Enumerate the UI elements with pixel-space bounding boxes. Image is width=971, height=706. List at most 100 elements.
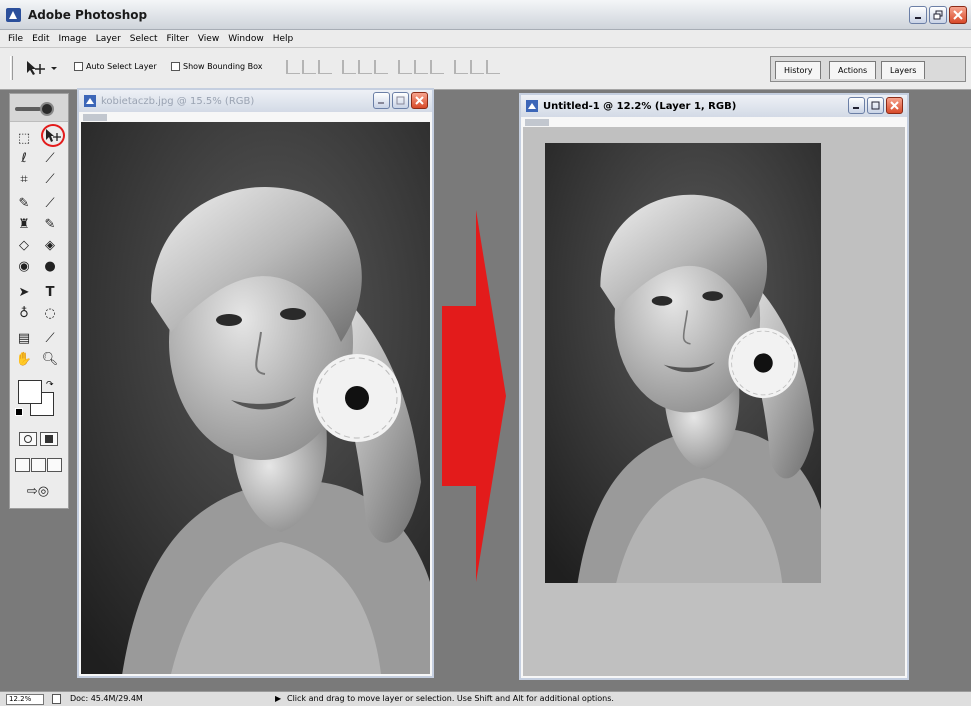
align-right-icon[interactable] bbox=[374, 60, 388, 74]
maximize-window-button[interactable] bbox=[392, 92, 409, 109]
distribute-top-icon[interactable] bbox=[398, 60, 412, 74]
document-ruler-tag bbox=[525, 119, 549, 126]
tool-preset-picker[interactable] bbox=[25, 60, 67, 76]
pen-tool-icon[interactable]: ♁ bbox=[14, 304, 34, 322]
align-hcenter-icon[interactable] bbox=[358, 60, 372, 74]
distribute-left-icon[interactable] bbox=[454, 60, 468, 74]
menu-file[interactable]: File bbox=[8, 34, 23, 44]
feather-icon bbox=[15, 107, 41, 111]
eraser-tool-icon[interactable]: ◇ bbox=[14, 236, 34, 254]
close-window-button[interactable] bbox=[886, 97, 903, 114]
menu-view[interactable]: View bbox=[198, 34, 219, 44]
zoom-level-field[interactable]: 12.2% bbox=[6, 694, 44, 705]
tab-history[interactable]: History bbox=[775, 61, 822, 79]
tab-layers[interactable]: Layers bbox=[881, 61, 926, 79]
distribute-vcenter-icon[interactable] bbox=[414, 60, 428, 74]
distribute-bottom-icon[interactable] bbox=[430, 60, 444, 74]
options-bar: Auto Select Layer Show Bounding Box Hist… bbox=[0, 48, 971, 90]
paint-bucket-tool-icon[interactable]: ◈ bbox=[40, 236, 60, 254]
minimize-window-button[interactable] bbox=[373, 92, 390, 109]
eyedropper-tool-icon[interactable]: ⟋ bbox=[40, 329, 60, 347]
status-menu-arrow-icon[interactable]: ▶ bbox=[275, 694, 281, 703]
adobe-online-icon[interactable] bbox=[40, 102, 54, 116]
quick-mask-mode-button[interactable] bbox=[40, 432, 58, 446]
restore-app-button[interactable] bbox=[929, 6, 947, 24]
jump-to-imageready-icon[interactable]: ⇨◎ bbox=[16, 482, 60, 500]
tool-hint-message: Click and drag to move layer or selectio… bbox=[287, 694, 614, 703]
hand-tool-icon[interactable]: ✋ bbox=[14, 350, 34, 368]
maximize-icon bbox=[871, 101, 880, 110]
standard-mode-button[interactable] bbox=[19, 432, 37, 446]
lasso-tool-icon[interactable]: ℓ bbox=[14, 149, 34, 167]
brush-tool-icon[interactable]: ⟋ bbox=[40, 194, 60, 212]
path-selection-tool-icon[interactable]: ➤ bbox=[14, 283, 34, 301]
close-icon bbox=[890, 101, 899, 110]
menu-filter[interactable]: Filter bbox=[167, 34, 189, 44]
toolbox: ⬚ ℓ ⟋ ⌗ ⟋ ✎ ⟋ ♜ ✎ ◇ ◈ ◉ ● ➤ T ♁ ◌ ▤ ⟋ ✋ … bbox=[9, 93, 69, 509]
move-tool-icon bbox=[27, 61, 45, 75]
zoom-tool-icon[interactable]: 🔍︎ bbox=[40, 350, 60, 368]
palette-well: History Actions Layers bbox=[770, 56, 966, 82]
show-bounding-box-checkbox[interactable]: Show Bounding Box bbox=[171, 62, 263, 71]
screen-mode-full-menu-button[interactable] bbox=[31, 458, 46, 472]
menu-image[interactable]: Image bbox=[59, 34, 87, 44]
menu-help[interactable]: Help bbox=[273, 34, 294, 44]
target-canvas-area[interactable] bbox=[523, 127, 905, 676]
slice-tool-icon[interactable]: ⟋ bbox=[40, 170, 60, 188]
screen-mode-full-button[interactable] bbox=[47, 458, 62, 472]
document-size-info[interactable]: Doc: 45.4M/29.4M bbox=[70, 694, 143, 703]
app-title: Adobe Photoshop bbox=[28, 8, 148, 22]
status-bar: 12.2% Doc: 45.4M/29.4M ▶ Click and drag … bbox=[0, 691, 971, 706]
options-bar-grip[interactable] bbox=[10, 56, 13, 80]
target-document-titlebar[interactable]: Untitled-1 @ 12.2% (Layer 1, RGB) bbox=[521, 95, 907, 117]
blur-tool-icon[interactable]: ◉ bbox=[14, 257, 34, 275]
history-brush-tool-icon[interactable]: ✎ bbox=[40, 215, 60, 233]
align-top-icon[interactable] bbox=[286, 60, 300, 74]
toolbox-header bbox=[10, 94, 68, 122]
healing-brush-tool-icon[interactable]: ✎ bbox=[14, 194, 34, 212]
source-document-title: kobietaczb.jpg @ 15.5% (RGB) bbox=[101, 95, 255, 107]
tab-actions[interactable]: Actions bbox=[829, 61, 877, 79]
source-document-window[interactable]: kobietaczb.jpg @ 15.5% (RGB) bbox=[77, 88, 434, 678]
align-vcenter-icon[interactable] bbox=[302, 60, 316, 74]
checkbox-box bbox=[171, 62, 180, 71]
minimize-app-button[interactable] bbox=[909, 6, 927, 24]
menu-select[interactable]: Select bbox=[130, 34, 158, 44]
shape-tool-icon[interactable]: ◌ bbox=[40, 304, 60, 322]
document-info-icon[interactable] bbox=[52, 694, 61, 704]
notes-tool-icon[interactable]: ▤ bbox=[14, 329, 34, 347]
close-app-button[interactable] bbox=[949, 6, 967, 24]
distribute-right-icon[interactable] bbox=[486, 60, 500, 74]
target-document-window[interactable]: Untitled-1 @ 12.2% (Layer 1, RGB) bbox=[519, 93, 909, 680]
flower-icon bbox=[313, 354, 401, 442]
marquee-tool-icon[interactable]: ⬚ bbox=[14, 129, 34, 147]
default-colors-icon[interactable] bbox=[15, 408, 23, 416]
app-title-bar: Adobe Photoshop bbox=[0, 0, 971, 30]
foreground-color-swatch[interactable] bbox=[18, 380, 42, 404]
menu-edit[interactable]: Edit bbox=[32, 34, 49, 44]
dodge-tool-icon[interactable]: ● bbox=[40, 257, 60, 275]
menu-window[interactable]: Window bbox=[228, 34, 264, 44]
pasted-layer[interactable] bbox=[545, 143, 821, 583]
auto-select-layer-checkbox[interactable]: Auto Select Layer bbox=[74, 62, 157, 71]
type-tool-icon[interactable]: T bbox=[40, 283, 60, 301]
document-icon bbox=[84, 95, 96, 107]
distribute-hcenter-icon[interactable] bbox=[470, 60, 484, 74]
checkbox-box bbox=[74, 62, 83, 71]
clone-stamp-tool-icon[interactable]: ♜ bbox=[14, 215, 34, 233]
source-document-titlebar[interactable]: kobietaczb.jpg @ 15.5% (RGB) bbox=[79, 90, 432, 112]
screen-mode-standard-button[interactable] bbox=[15, 458, 30, 472]
align-bottom-icon[interactable] bbox=[318, 60, 332, 74]
menu-layer[interactable]: Layer bbox=[96, 34, 121, 44]
close-icon bbox=[415, 96, 424, 105]
maximize-window-button[interactable] bbox=[867, 97, 884, 114]
crop-tool-icon[interactable]: ⌗ bbox=[14, 170, 34, 188]
auto-select-layer-label: Auto Select Layer bbox=[86, 62, 157, 71]
align-left-icon[interactable] bbox=[342, 60, 356, 74]
minimize-window-button[interactable] bbox=[848, 97, 865, 114]
photoshop-app-icon bbox=[6, 8, 21, 22]
swap-colors-icon[interactable]: ↷ bbox=[46, 380, 54, 390]
source-canvas[interactable] bbox=[81, 122, 430, 674]
close-window-button[interactable] bbox=[411, 92, 428, 109]
magic-wand-tool-icon[interactable]: ⟋ bbox=[40, 149, 60, 167]
